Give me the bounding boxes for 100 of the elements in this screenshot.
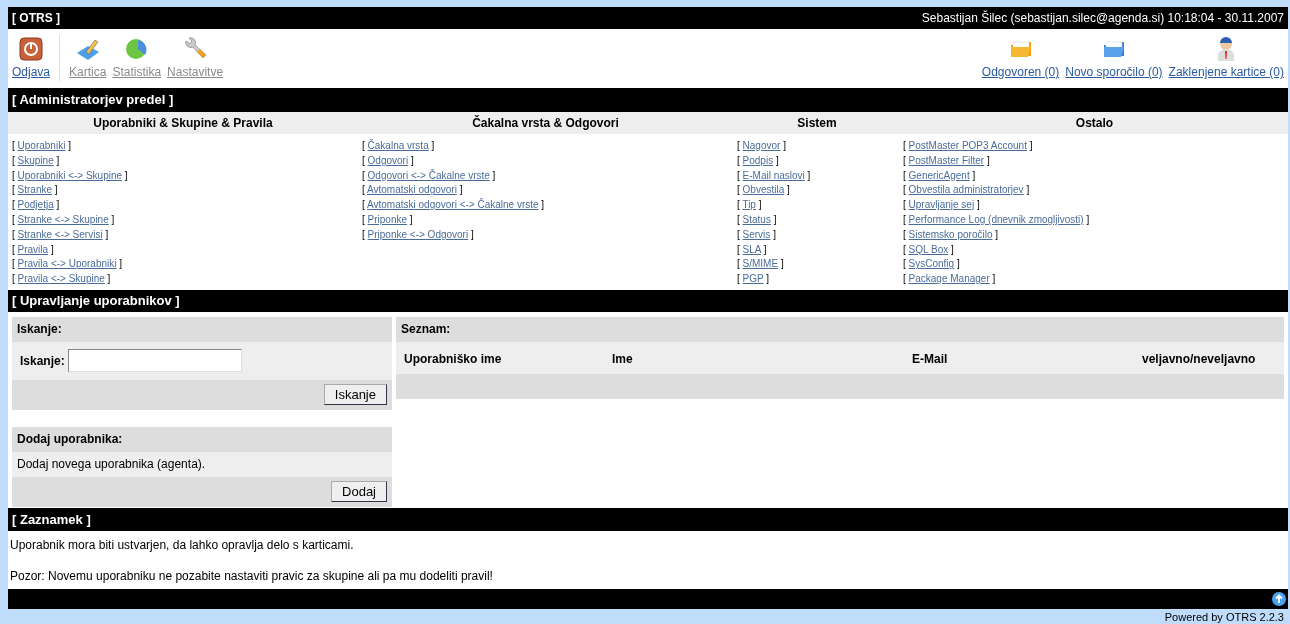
column-heading-cell: Ostalo <box>901 112 1288 134</box>
admin-link-item: [ Pravila <-> Skupine ] <box>12 272 112 287</box>
admin-link[interactable]: Nagovor <box>742 140 781 151</box>
power-icon <box>17 35 45 63</box>
admin-link-item: [ Obvestila ] <box>737 183 791 198</box>
admin-link[interactable]: PostMaster POP3 Account <box>908 140 1027 151</box>
admin-link[interactable]: SLA <box>742 243 761 255</box>
column-heading-cell: Čakalna vrsta & Odgovori <box>358 112 733 134</box>
admin-link[interactable]: Priponke <box>367 214 408 225</box>
admin-link[interactable]: Obvestila administratorjev <box>908 184 1024 196</box>
section-title: [ Upravljanje uporabnikov ] <box>12 292 180 311</box>
admin-link-item: [ Servis ] <box>737 227 777 242</box>
admin-link[interactable]: Stranke <-> Servisi <box>17 228 103 240</box>
toolbar-link[interactable]: Odjava <box>11 35 52 81</box>
admin-link-item: [ Pravila ] <box>12 242 55 257</box>
admin-link-item: [ Avtomatski odgovori <-> Čakalne vrste ] <box>362 198 546 213</box>
toolbar-link[interactable]: Zaklenjene kartice (0) <box>1167 35 1285 81</box>
admin-link-item: [ Priponke ] <box>362 213 414 227</box>
panel-title: Iskanje: <box>17 321 62 339</box>
admin-link-item: [ Stranke <-> Skupine ] <box>12 213 116 227</box>
admin-link[interactable]: Tip <box>742 199 756 211</box>
section-title: [ Zaznamek ] <box>12 510 91 529</box>
admin-link-item: [ Nagovor ] <box>737 139 787 153</box>
admin-link[interactable]: Priponke <-> Odgovori <box>367 228 469 240</box>
column-header: Uporabniško ime <box>404 351 502 366</box>
column-header: E-Mail <box>912 351 948 366</box>
admin-link-item: [ Uporabniki ] <box>12 139 72 153</box>
admin-link-item: [ PGP ] <box>737 272 771 287</box>
admin-link[interactable]: PGP <box>742 273 764 285</box>
admin-link[interactable]: Stranke <box>17 184 53 196</box>
admin-link[interactable]: Obvestila <box>742 184 785 196</box>
admin-link[interactable]: Servis <box>742 228 771 240</box>
admin-link[interactable]: S/MIME <box>742 258 779 270</box>
admin-link-item: [ Performance Log (dnevnik zmogljivosti) ] <box>903 213 1091 227</box>
admin-link-item: [ E-Mail naslovi ] <box>737 168 812 183</box>
panel-text: Dodaj novega uporabnika (agenta). <box>17 456 206 474</box>
admin-link[interactable]: SQL Box <box>908 243 949 255</box>
admin-link[interactable]: E-Mail naslovi <box>742 169 805 181</box>
admin-link-item: [ Pravila <-> Uporabniki ] <box>12 257 124 272</box>
field-label: Iskanje: <box>20 352 65 370</box>
admin-link[interactable]: Pravila <-> Uporabniki <box>17 258 117 270</box>
admin-link[interactable]: Podjetja <box>17 199 54 211</box>
toolbar-link[interactable]: Kartica <box>68 35 108 81</box>
admin-link[interactable]: SysConfig <box>908 258 955 270</box>
powered-by-text: Powered by OTRS 2.2.3 <box>1164 610 1284 623</box>
column-header: veljavno/neveljavno <box>1142 351 1256 366</box>
admin-link-item: [ Obvestila administratorjev ] <box>903 183 1031 198</box>
admin-link-item: [ Čakalna vrsta ] <box>362 139 436 153</box>
column-heading-cell: Uporabniki & Skupine & Pravila <box>8 112 358 134</box>
toolbar-link[interactable]: Odgovoren (0) <box>980 35 1061 81</box>
search-button[interactable]: Iskanje <box>323 384 387 406</box>
toolbar-link[interactable]: Nastavitve <box>166 35 225 81</box>
admin-link-item: [ Upravljanje sej ] <box>903 198 981 213</box>
admin-link[interactable]: PostMaster Filter <box>908 154 985 166</box>
admin-link[interactable]: Stranke <-> Skupine <box>17 214 109 225</box>
app-title: [ OTRS ] <box>12 10 60 27</box>
admin-link-item: [ Stranke <-> Servisi ] <box>12 227 110 242</box>
admin-link[interactable]: Status <box>742 214 771 225</box>
admin-link[interactable]: Upravljanje sej <box>908 199 975 211</box>
admin-link[interactable]: GenericAgent <box>908 169 970 181</box>
admin-link-item: [ Sistemsko poročilo ] <box>903 227 1000 242</box>
admin-link[interactable]: Avtomatski odgovori <box>367 184 457 196</box>
admin-link-item: [ Package Manager ] <box>903 272 997 287</box>
admin-link[interactable]: Uporabniki <-> Skupine <box>17 169 123 181</box>
admin-link-item: [ S/MIME ] <box>737 257 785 272</box>
admin-link-item: [ PostMaster Filter ] <box>903 153 991 168</box>
toolbar-link[interactable]: Statistika <box>111 35 163 81</box>
admin-link[interactable]: Avtomatski odgovori <-> Čakalne vrste <box>367 199 539 211</box>
user-info: Sebastijan Šilec (sebastijan.silec@agenda.si) 10:18:04 - 30.11.2007 <box>921 9 1284 27</box>
admin-link[interactable]: Odgovori <box>367 154 409 166</box>
admin-link-item: [ Priponke <-> Odgovori ] <box>362 227 475 242</box>
admin-link-item: [ Odgovori <-> Čakalne vrste ] <box>362 168 497 183</box>
toolbar-link[interactable]: Novo sporočilo (0) <box>1064 35 1164 81</box>
admin-link[interactable]: Čakalna vrsta <box>367 140 429 151</box>
admin-link[interactable]: Package Manager <box>908 273 990 285</box>
admin-link[interactable]: Performance Log (dnevnik zmogljivosti) <box>908 214 1084 225</box>
panel-title: Seznam: <box>401 321 451 339</box>
admin-link[interactable]: Pravila <box>17 243 49 255</box>
admin-link-item: [ GenericAgent ] <box>903 168 977 183</box>
admin-link-item: [ SysConfig ] <box>903 257 961 272</box>
note-text: Uporabnik mora biti ustvarjen, da lahko opravlja delo s karticami. <box>10 536 355 554</box>
note-text: Pozor: Novemu uporabniku ne pozabite nastaviti pravic za skupine ali pa mu dodeliti pravil! <box>10 567 494 585</box>
admin-link-item: [ SLA ] <box>737 242 768 257</box>
admin-link-item: [ Podjetja ] <box>12 198 61 213</box>
admin-link-item: [ Stranke ] <box>12 183 59 198</box>
add-button[interactable]: Dodaj <box>331 481 387 503</box>
admin-link-item: [ Status ] <box>737 213 778 227</box>
admin-link-item: [ Odgovori ] <box>362 153 415 168</box>
admin-link[interactable]: Sistemsko poročilo <box>908 228 993 240</box>
admin-link[interactable]: Pravila <-> Skupine <box>17 273 105 285</box>
admin-link[interactable]: Odgovori <-> Čakalne vrste <box>367 169 490 181</box>
admin-link[interactable]: Uporabniki <box>17 140 66 151</box>
admin-link-item: [ SQL Box ] <box>903 242 955 257</box>
panel-title: Dodaj uporabnika: <box>17 431 123 449</box>
admin-link[interactable]: Skupine <box>17 154 54 166</box>
admin-link[interactable]: Podpis <box>742 154 774 166</box>
search-field[interactable] <box>67 349 242 373</box>
scroll-to-top-icon[interactable] <box>1272 591 1286 606</box>
section-title: [ Administratorjev predel ] <box>12 91 174 110</box>
admin-link-item: [ Avtomatski odgovori ] <box>362 183 464 198</box>
